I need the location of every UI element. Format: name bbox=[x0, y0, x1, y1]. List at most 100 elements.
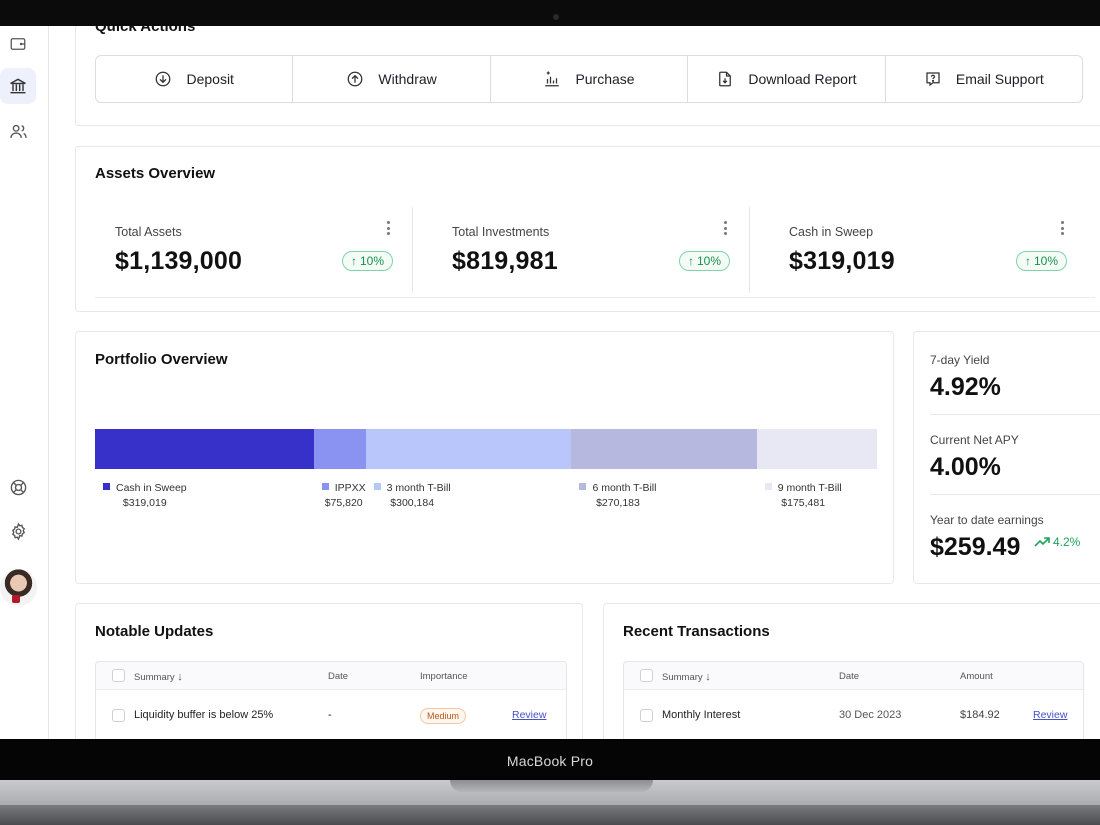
legend-swatch bbox=[764, 483, 772, 490]
avatar[interactable] bbox=[0, 569, 37, 606]
ytd-value: $259.49 bbox=[930, 533, 1021, 561]
trending-up-icon bbox=[1034, 537, 1050, 547]
bar-segment[interactable] bbox=[313, 429, 366, 469]
more-options-icon[interactable] bbox=[381, 219, 395, 237]
importance-badge: Medium bbox=[420, 708, 467, 724]
withdraw-button[interactable]: Withdraw bbox=[293, 56, 491, 102]
email-support-button[interactable]: Email Support bbox=[886, 56, 1082, 102]
sort-arrow-icon: ↓ bbox=[177, 671, 183, 683]
ytd-trend: 4.2% bbox=[1034, 535, 1080, 549]
portfolio-overview-card: Portfolio Overview Cash in Sweep $319,019… bbox=[75, 331, 894, 584]
divider bbox=[930, 494, 1100, 495]
bank-icon[interactable] bbox=[0, 68, 36, 104]
row-checkbox[interactable] bbox=[112, 709, 125, 722]
row-amount: $184.92 bbox=[960, 709, 1000, 721]
download-report-button[interactable]: Download Report bbox=[688, 56, 886, 102]
legend-label: 9 month T-Bill bbox=[777, 482, 842, 494]
deposit-label: Deposit bbox=[186, 71, 234, 87]
ytd-change: 4.2% bbox=[1053, 535, 1081, 549]
row-summary: Monthly Interest bbox=[662, 709, 741, 721]
legend-item: Cash in Sweep $319,019 bbox=[103, 482, 187, 509]
select-all-checkbox[interactable] bbox=[640, 669, 653, 682]
arrow-up-icon: ↑ bbox=[1025, 254, 1031, 268]
change-value: 10% bbox=[697, 254, 722, 268]
assets-overview-title: Assets Overview bbox=[95, 165, 216, 182]
divider bbox=[95, 297, 1095, 298]
legend-value: $175,481 bbox=[781, 497, 826, 509]
camera bbox=[553, 14, 559, 20]
laptop-base-edge bbox=[0, 805, 1100, 825]
divider bbox=[930, 414, 1100, 415]
arrow-up-circle-icon bbox=[348, 71, 363, 87]
yield-label: 7-day Yield bbox=[930, 353, 990, 367]
column-summary[interactable]: Summary ↓ bbox=[662, 671, 711, 683]
recent-transactions-card: Recent Transactions Summary ↓ Date Amoun… bbox=[603, 603, 1100, 739]
yield-metrics-card: 7-day Yield 4.92% Current Net APY 4.00% … bbox=[913, 331, 1100, 584]
download-report-label: Download Report bbox=[748, 71, 857, 87]
legend-label: 6 month T-Bill bbox=[592, 482, 657, 494]
stat-value: $819,981 bbox=[452, 247, 558, 275]
row-checkbox[interactable] bbox=[640, 709, 653, 722]
change-badge: ↑ 10% bbox=[679, 251, 731, 271]
stat-cash-in-sweep: Cash in Sweep $319,019 ↑ 10% bbox=[769, 203, 1085, 299]
notable-updates-card: Notable Updates Summary ↓ Date Importanc… bbox=[75, 603, 583, 739]
stat-label: Cash in Sweep bbox=[789, 225, 874, 239]
legend-swatch bbox=[103, 483, 110, 490]
help-lifebuoy-icon[interactable] bbox=[0, 469, 36, 505]
arrow-up-icon: ↑ bbox=[688, 254, 694, 268]
email-support-label: Email Support bbox=[955, 71, 1044, 87]
change-value: 10% bbox=[1034, 254, 1059, 268]
legend-label: IPPXX bbox=[334, 482, 366, 494]
legend-item: IPPXX $75,820 bbox=[321, 482, 366, 509]
quick-actions-bar: Deposit Withdraw Purchase Download Repor… bbox=[95, 55, 1083, 103]
sort-arrow-icon: ↓ bbox=[705, 671, 711, 683]
arrow-down-circle-icon bbox=[156, 71, 171, 87]
screen: Quick Actions Deposit Withdraw Purchase … bbox=[0, 26, 1100, 739]
divider bbox=[412, 207, 413, 293]
column-amount[interactable]: Amount bbox=[960, 671, 993, 682]
purchase-button[interactable]: Purchase bbox=[491, 56, 689, 102]
change-value: 10% bbox=[360, 254, 385, 268]
file-download-icon bbox=[719, 71, 732, 87]
apy-label: Current Net APY bbox=[930, 433, 1019, 447]
legend-label: Cash in Sweep bbox=[116, 482, 187, 494]
portfolio-overview-title: Portfolio Overview bbox=[95, 351, 228, 368]
transactions-table: Summary ↓ Date Amount Monthly Interest 3… bbox=[623, 661, 1084, 739]
row-summary: Liquidity buffer is below 25% bbox=[134, 709, 274, 721]
table-header: Summary ↓ Date Amount bbox=[624, 662, 1083, 690]
more-options-icon[interactable] bbox=[718, 219, 732, 237]
bar-segment[interactable] bbox=[365, 429, 572, 469]
bar-segment[interactable] bbox=[571, 429, 757, 469]
legend-label: 3 month T-Bill bbox=[386, 482, 451, 494]
stat-value: $1,139,000 bbox=[115, 247, 243, 275]
review-link[interactable]: Review bbox=[1033, 709, 1067, 721]
select-all-checkbox[interactable] bbox=[112, 669, 125, 682]
review-link[interactable]: Review bbox=[512, 709, 546, 721]
chat-question-icon bbox=[926, 72, 940, 87]
legend-item: 6 month T-Bill $270,183 bbox=[579, 482, 656, 509]
recent-transactions-title: Recent Transactions bbox=[623, 623, 770, 640]
legend-swatch bbox=[579, 483, 587, 490]
row-date: - bbox=[328, 709, 332, 721]
apy-value: 4.00% bbox=[930, 453, 1001, 481]
column-date[interactable]: Date bbox=[839, 671, 859, 682]
stat-label: Total Assets bbox=[115, 225, 182, 239]
users-icon[interactable] bbox=[0, 113, 36, 149]
ytd-label: Year to date earnings bbox=[930, 513, 1044, 527]
arrow-up-icon: ↑ bbox=[351, 254, 357, 268]
deposit-button[interactable]: Deposit bbox=[96, 56, 294, 102]
device-label: MacBook Pro bbox=[506, 753, 594, 769]
more-options-icon[interactable] bbox=[1055, 219, 1069, 237]
wallet-icon[interactable] bbox=[0, 26, 36, 62]
quick-actions-title: Quick Actions bbox=[95, 26, 196, 35]
assets-overview-card: Assets Overview Total Assets $1,139,000 … bbox=[75, 146, 1100, 312]
bar-segment[interactable] bbox=[95, 429, 314, 469]
row-date: 30 Dec 2023 bbox=[839, 709, 902, 721]
gear-icon[interactable] bbox=[0, 513, 36, 549]
laptop-notch bbox=[450, 780, 653, 792]
bar-segment[interactable] bbox=[756, 429, 877, 469]
quick-actions-card: Quick Actions Deposit Withdraw Purchase … bbox=[75, 26, 1100, 126]
column-summary[interactable]: Summary ↓ bbox=[134, 671, 183, 683]
column-date[interactable]: Date bbox=[328, 671, 348, 682]
column-importance[interactable]: Importance bbox=[420, 671, 468, 682]
